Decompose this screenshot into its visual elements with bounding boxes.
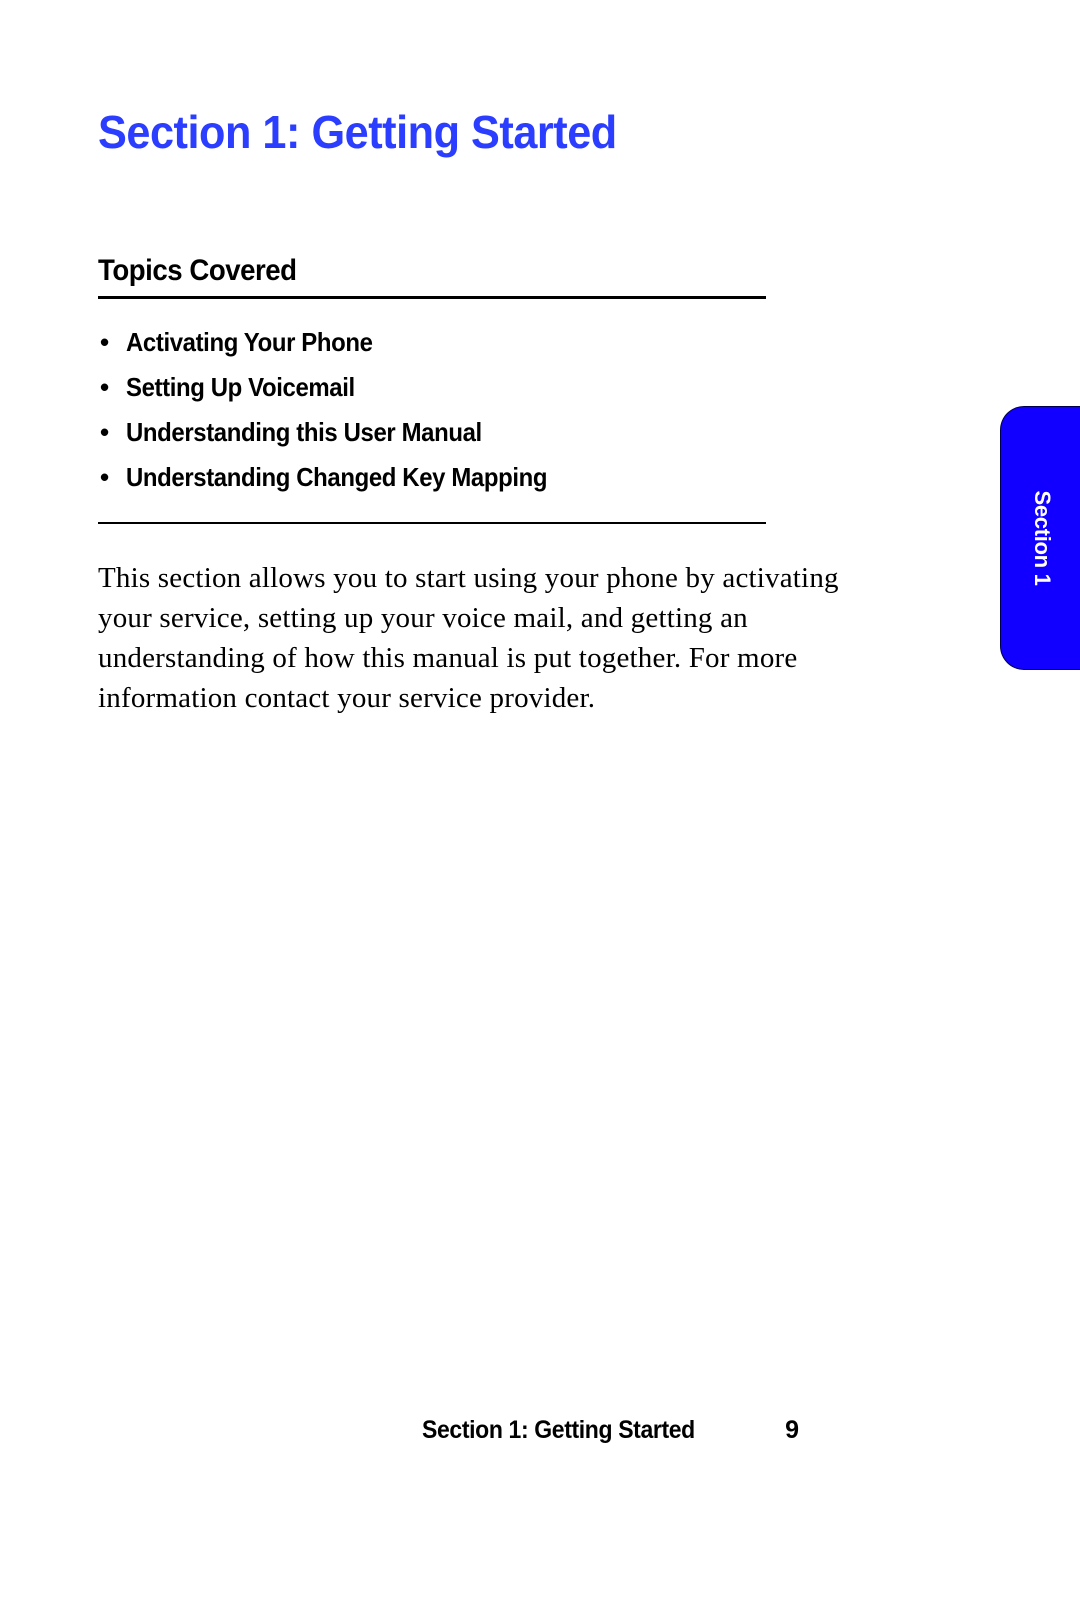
footer-inner: Section 1: Getting Started 9	[422, 1416, 799, 1445]
list-item-label: Activating Your Phone	[126, 327, 373, 358]
list-item: Understanding this User Manual	[98, 410, 766, 455]
manual-page: Section 1: Getting Started Topics Covere…	[0, 0, 1080, 1622]
list-item: Understanding Changed Key Mapping	[98, 455, 766, 500]
list-item-label: Setting Up Voicemail	[126, 372, 355, 403]
section-side-tab: Section 1	[1000, 406, 1080, 670]
topics-covered-heading: Topics Covered	[98, 254, 297, 288]
section-intro-paragraph: This section allows you to start using y…	[98, 558, 854, 718]
list-item: Setting Up Voicemail	[98, 365, 766, 410]
list-item: Activating Your Phone	[98, 320, 766, 365]
footer-page-number: 9	[785, 1416, 799, 1445]
horizontal-rule-bottom	[98, 522, 766, 524]
side-tab-label: Section 1	[1029, 490, 1055, 585]
topics-list: Activating Your Phone Setting Up Voicema…	[98, 320, 766, 500]
section-title: Section 1: Getting Started	[98, 105, 617, 159]
list-item-label: Understanding Changed Key Mapping	[126, 462, 547, 493]
page-footer: Section 1: Getting Started 9	[0, 1416, 1080, 1445]
list-item-label: Understanding this User Manual	[126, 417, 482, 448]
footer-section-title: Section 1: Getting Started	[422, 1416, 695, 1445]
horizontal-rule-top	[98, 296, 766, 299]
